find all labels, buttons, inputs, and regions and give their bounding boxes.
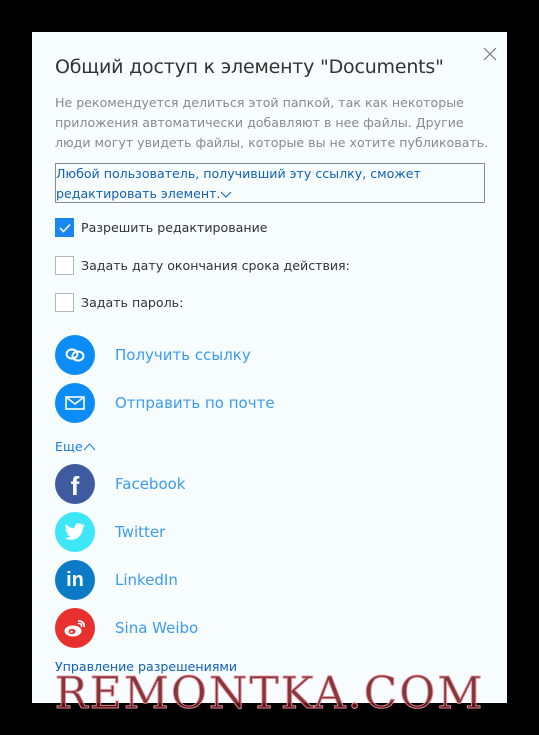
checkmark-icon [58,223,71,233]
get-link-button[interactable]: Получить ссылку [55,335,251,375]
weibo-icon [55,608,95,648]
manage-permissions-link[interactable]: Управление разрешениями [55,659,237,674]
close-icon[interactable] [483,47,497,61]
twitter-icon [55,512,95,552]
share-twitter-button[interactable]: Twitter [55,512,165,552]
link-permission-text: Любой пользователь, получивший эту ссылк… [56,166,421,201]
share-weibo-button[interactable]: Sina Weibo [55,608,198,648]
linkedin-icon: in [55,560,95,600]
share-dialog: Общий доступ к элементу "Documents" Не р… [32,32,507,703]
action-label: LinkedIn [115,571,178,589]
allow-editing-checkbox[interactable]: Разрешить редактирование [55,218,268,237]
chevron-up-icon [83,443,95,451]
chevron-down-icon [221,191,232,198]
checkbox-label: Задать пароль: [81,295,184,310]
share-linkedin-button[interactable]: in LinkedIn [55,560,178,600]
warning-text: Не рекомендуется делиться этой папкой, т… [55,95,489,150]
facebook-icon: f [55,464,95,504]
action-label: Получить ссылку [115,346,251,364]
expiry-date-checkbox[interactable]: Задать дату окончания срока действия: [55,256,350,275]
more-toggle[interactable]: Еще [55,439,96,454]
link-icon [55,335,95,375]
action-label: Sina Weibo [115,619,199,637]
checkbox-label: Разрешить редактирование [81,220,268,235]
action-label: Facebook [115,475,186,493]
mail-icon [55,383,95,423]
password-checkbox[interactable]: Задать пароль: [55,293,183,312]
more-label: Еще [55,439,83,454]
link-permission-dropdown[interactable]: Любой пользователь, получивший эту ссылк… [55,163,485,203]
checkbox-unchecked[interactable] [55,293,74,312]
checkbox-checked[interactable] [55,218,74,237]
checkbox-label: Задать дату окончания срока действия: [81,258,350,273]
checkbox-unchecked[interactable] [55,256,74,275]
share-facebook-button[interactable]: f Facebook [55,464,185,504]
action-label: Отправить по почте [115,394,275,412]
send-email-button[interactable]: Отправить по почте [55,383,275,423]
dialog-title: Общий доступ к элементу "Documents" [55,56,444,78]
action-label: Twitter [115,523,166,541]
